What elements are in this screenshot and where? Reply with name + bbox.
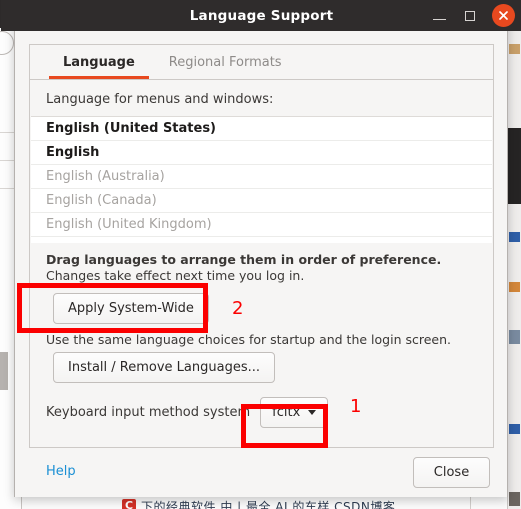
settings-notebook: Language Regional Formats Language for m… <box>29 44 494 448</box>
background-window-right-dark-panel <box>507 128 521 204</box>
background-window-left-scrollbar[interactable] <box>0 352 8 390</box>
tab-language-label: Language <box>63 54 135 70</box>
help-link[interactable]: Help <box>46 464 76 479</box>
window-controls <box>430 0 515 31</box>
minimize-icon[interactable] <box>430 6 450 26</box>
window-titlebar[interactable]: Language Support <box>1 0 521 31</box>
language-tab-page: Language for menus and windows: English … <box>30 80 493 447</box>
background-window-right-thumbnail <box>509 44 520 54</box>
keyboard-input-method-dropdown[interactable]: fcitx <box>260 397 329 428</box>
list-item[interactable]: English (Australia) <box>31 165 492 189</box>
language-support-dialog: Language Support Language Regional Forma… <box>1 0 521 497</box>
drag-hint-note: Changes take effect next time you log in… <box>46 268 305 283</box>
background-window-right-thumbnail <box>509 232 520 242</box>
background-window-right-thumbnail <box>509 330 520 344</box>
background-window-right-thumbnail <box>509 492 520 506</box>
list-item[interactable]: English (United Kingdom) <box>31 213 492 237</box>
csdn-badge-icon: C <box>122 499 136 509</box>
list-item[interactable]: English (United States) <box>31 117 492 141</box>
dialog-footer: Help Close <box>15 448 507 497</box>
background-window-right[interactable] <box>507 0 521 509</box>
keyboard-input-method-row: Keyboard input method system fcitx <box>46 397 329 428</box>
chevron-down-icon <box>308 410 317 415</box>
list-item[interactable]: English <box>31 141 492 165</box>
close-button[interactable]: Close <box>413 457 490 488</box>
dialog-content: Language Regional Formats Language for m… <box>15 31 507 497</box>
tab-regional-formats[interactable]: Regional Formats <box>152 45 299 79</box>
language-list-label: Language for menus and windows: <box>46 92 274 107</box>
keyboard-input-method-label: Keyboard input method system <box>46 405 251 420</box>
drag-hint-bold: Drag languages to arrange them in order … <box>46 252 442 267</box>
background-strip-text: 下的经典软件 中 | 最全 AI 的车样 CSDN博客 <box>141 499 396 509</box>
maximize-icon[interactable] <box>461 6 481 26</box>
tab-language[interactable]: Language <box>46 45 152 79</box>
list-item[interactable]: English (Canada) <box>31 189 492 213</box>
background-window-right-thumbnail <box>509 282 520 292</box>
tab-regional-formats-label: Regional Formats <box>168 54 282 70</box>
background-window-left-circle-decoration <box>0 31 14 55</box>
apply-system-wide-button[interactable]: Apply System-Wide <box>53 293 209 324</box>
install-remove-languages-button[interactable]: Install / Remove Languages... <box>53 352 275 383</box>
tab-bar: Language Regional Formats <box>30 45 493 80</box>
keyboard-input-method-value: fcitx <box>272 405 301 420</box>
apply-system-wide-note: Use the same language choices for startu… <box>46 332 451 347</box>
language-list[interactable]: English (United States) English English … <box>31 116 492 243</box>
background-strip-row: C 下的经典软件 中 | 最全 AI 的车样 CSDN博客 <box>22 497 507 509</box>
background-window-right-thumbnail <box>509 424 520 434</box>
close-icon[interactable] <box>492 4 515 27</box>
